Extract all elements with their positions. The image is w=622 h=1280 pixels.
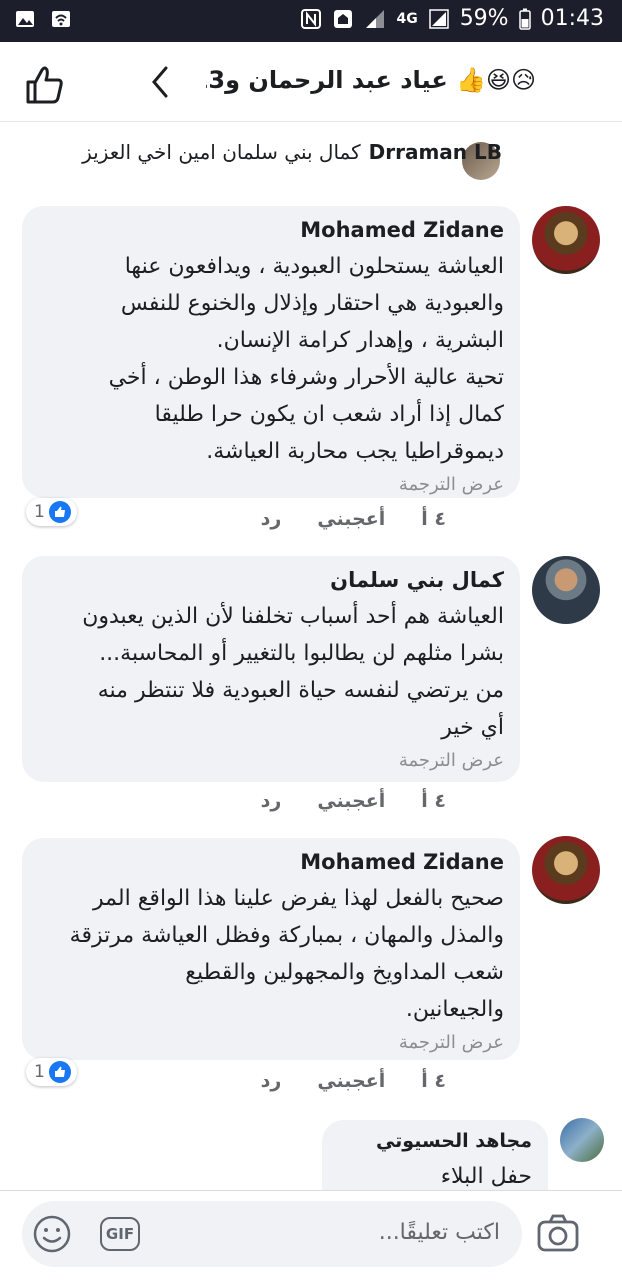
reply-button[interactable]: رد — [261, 790, 282, 812]
comment-input-placeholder: اكتب تعليقًا... — [378, 1220, 500, 1245]
reply-context-text: كمال بني سلمان امين اخي العزيز — [82, 140, 361, 164]
like-button[interactable]: أعجبني — [317, 508, 385, 530]
comment-bubble: Mohamed Zidane العياشة يستحلون العبودية … — [22, 206, 520, 498]
comment-composer: GIF اكتب تعليقًا... — [0, 1190, 622, 1280]
comment-text: العياشة هم أحد أسباب تخلفنا لأن الذين يع… — [82, 604, 504, 740]
header-title: 😥😆👍 عياد عبد الرحمان و113 من الأ... — [206, 66, 536, 94]
avatar[interactable] — [532, 556, 600, 624]
network-type: 4G — [396, 10, 418, 27]
comment-actions: ٤ أ أعجبني رد — [261, 508, 446, 530]
camera-icon[interactable] — [536, 1213, 580, 1253]
like-reaction-icon — [48, 1061, 71, 1083]
like-count: 1 — [34, 502, 45, 522]
comment-input[interactable]: GIF اكتب تعليقًا... — [22, 1201, 522, 1267]
comment-actions: ٤ أ أعجبني رد — [261, 790, 446, 812]
comment-author[interactable]: مجاهد الحسيوتي — [338, 1130, 532, 1152]
avatar[interactable] — [532, 836, 600, 904]
clock: 01:43 — [540, 6, 604, 31]
thumbs-up-icon[interactable] — [22, 62, 66, 106]
like-count: 1 — [34, 1062, 45, 1082]
like-button[interactable]: أعجبني — [317, 1070, 385, 1092]
see-translation-link[interactable]: عرض الترجمة — [38, 750, 504, 771]
comment-text: العياشة يستحلون العبودية ، ويدافعون عنها… — [108, 254, 504, 464]
comment-bubble: كمال بني سلمان العياشة هم أحد أسباب تخلف… — [22, 556, 520, 782]
like-button[interactable]: أعجبني — [317, 790, 385, 812]
comment-time: ٤ أ — [421, 1070, 446, 1092]
gif-button[interactable]: GIF — [100, 1217, 140, 1251]
avatar[interactable] — [532, 206, 600, 274]
see-translation-link[interactable]: عرض الترجمة — [38, 1032, 504, 1053]
comment-time: ٤ أ — [421, 508, 446, 530]
like-count-badge[interactable]: 1 — [26, 1058, 77, 1086]
comment-author[interactable]: Mohamed Zidane — [38, 218, 504, 242]
chevron-left-icon[interactable] — [148, 64, 172, 100]
emoji-icon[interactable] — [32, 1214, 72, 1254]
avatar[interactable] — [560, 1118, 604, 1162]
like-reaction-icon — [48, 501, 71, 523]
signal-strength-icon — [428, 8, 449, 29]
reply-button[interactable]: رد — [261, 508, 282, 530]
comment-bubble: Mohamed Zidane صحيح بالفعل لهذا يفرض علي… — [22, 838, 520, 1060]
reply-context[interactable]: Drraman LB كمال بني سلمان امين اخي العزي… — [82, 140, 502, 164]
signal-icon — [366, 9, 385, 28]
like-count-badge[interactable]: 1 — [26, 498, 77, 526]
battery-icon — [518, 8, 531, 30]
reply-button[interactable]: رد — [261, 1070, 282, 1092]
battery-percent: 59% — [459, 6, 509, 31]
comment-time: ٤ أ — [421, 790, 446, 812]
comment-author[interactable]: كمال بني سلمان — [38, 568, 504, 592]
see-translation-link[interactable]: عرض الترجمة — [38, 474, 504, 495]
home-icon — [334, 9, 353, 28]
comment-actions: ٤ أ أعجبني رد — [261, 1070, 446, 1092]
comment-text: صحيح بالفعل لهذا يفرض علينا هذا الواقع ا… — [69, 886, 504, 1022]
reactions-header: 😥😆👍 عياد عبد الرحمان و113 من الأ... — [0, 42, 622, 122]
reply-context-name: Drraman LB — [368, 140, 502, 164]
comment-author[interactable]: Mohamed Zidane — [38, 850, 504, 874]
wifi-icon — [52, 11, 70, 27]
gallery-icon — [16, 11, 34, 27]
status-bar: 4G 59% 01:43 — [0, 0, 622, 42]
nfc-icon — [301, 8, 322, 29]
